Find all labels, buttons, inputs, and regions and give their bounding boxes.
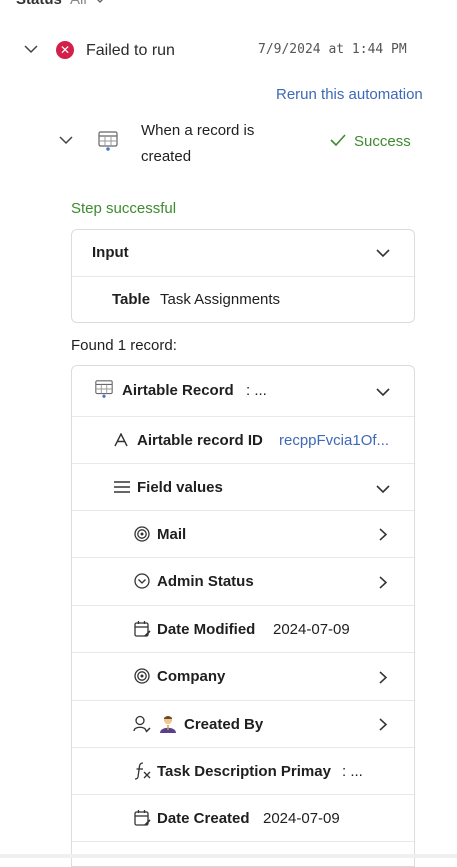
- text-field-icon: [114, 433, 128, 447]
- field-value: 2024-07-09: [273, 621, 350, 638]
- status-filter[interactable]: Status All: [16, 0, 105, 8]
- input-header-label: Input: [92, 244, 129, 261]
- field-values-header[interactable]: Field values: [72, 463, 414, 511]
- table-trigger-icon: [98, 131, 118, 151]
- chevron-down-icon: [376, 485, 390, 494]
- rerun-automation-link[interactable]: Rerun this automation: [276, 86, 423, 103]
- field-row-date-created: Date Created 2024-07-09: [72, 794, 414, 842]
- field-row-task-description: Task Description Primay : ...: [72, 747, 414, 795]
- record-header[interactable]: Airtable Record : ...: [72, 366, 414, 416]
- step-message: Step successful: [71, 200, 177, 217]
- horizontal-scrollbar[interactable]: [0, 854, 457, 858]
- input-card: Input Table Task Assignments: [71, 229, 415, 323]
- status-filter-label: Status: [16, 0, 62, 8]
- check-icon: [330, 134, 346, 147]
- circle-chevron-icon: [134, 573, 150, 589]
- trigger-status-label: Success: [354, 133, 411, 150]
- record-card: Airtable Record : ... Airtable record ID…: [71, 365, 415, 867]
- field-label: Mail: [157, 526, 187, 543]
- field-label: Created By: [184, 716, 264, 733]
- input-row-table: Table Task Assignments: [72, 276, 414, 323]
- chevron-right-icon: [379, 576, 387, 589]
- record-id-row: Airtable record ID recppFvcia1Of...: [72, 416, 414, 464]
- run-timestamp: 7/9/2024 at 1:44 PM: [258, 42, 407, 57]
- user-icon: [133, 715, 151, 733]
- chevron-right-icon: [379, 671, 387, 684]
- input-row-value: Task Assignments: [160, 291, 281, 308]
- calendar-edit-icon: [134, 810, 151, 826]
- field-label: Task Description Primay: [157, 763, 331, 780]
- input-header[interactable]: Input: [72, 230, 414, 276]
- run-status-label: Failed to run: [86, 42, 175, 59]
- spiral-icon: [134, 668, 150, 684]
- collapse-run-chevron-icon[interactable]: [24, 44, 38, 54]
- field-label: Admin Status: [157, 573, 254, 590]
- record-header-suffix: : ...: [246, 382, 267, 399]
- field-row-company[interactable]: Company: [72, 652, 414, 701]
- record-id-label: Airtable record ID: [137, 432, 263, 449]
- field-values-label: Field values: [137, 479, 223, 496]
- user-avatar-icon: [160, 716, 176, 733]
- field-row-mail[interactable]: Mail: [72, 510, 414, 558]
- trigger-status: Success: [330, 133, 411, 150]
- field-label: Date Created: [157, 810, 250, 827]
- calendar-edit-icon: [134, 621, 151, 637]
- input-row-label: Table: [112, 291, 151, 308]
- error-icon: ✕: [56, 41, 74, 59]
- field-label: Company: [157, 668, 226, 685]
- formula-icon: [134, 762, 151, 780]
- status-filter-value: All: [70, 0, 87, 8]
- table-record-icon: [95, 380, 113, 398]
- record-header-label: Airtable Record: [122, 382, 234, 399]
- field-value: : ...: [342, 763, 363, 780]
- field-row-created-by[interactable]: Created By: [72, 700, 414, 748]
- chevron-down-icon: [96, 0, 103, 3]
- record-id-value[interactable]: recppFvcia1Of...: [279, 432, 389, 449]
- found-records-text: Found 1 record:: [71, 337, 177, 354]
- field-value: 2024-07-09: [263, 810, 340, 827]
- chevron-down-icon: [376, 388, 390, 397]
- collapse-trigger-chevron-icon[interactable]: [59, 135, 73, 145]
- field-row-date-modified: Date Modified 2024-07-09: [72, 605, 414, 653]
- list-icon: [114, 481, 130, 493]
- field-row-admin-status[interactable]: Admin Status: [72, 557, 414, 606]
- chevron-right-icon: [379, 528, 387, 541]
- chevron-right-icon: [379, 718, 387, 731]
- field-label: Date Modified: [157, 621, 256, 638]
- chevron-down-icon: [376, 249, 390, 258]
- trigger-title: When a record is created: [141, 122, 255, 165]
- spiral-icon: [134, 526, 150, 542]
